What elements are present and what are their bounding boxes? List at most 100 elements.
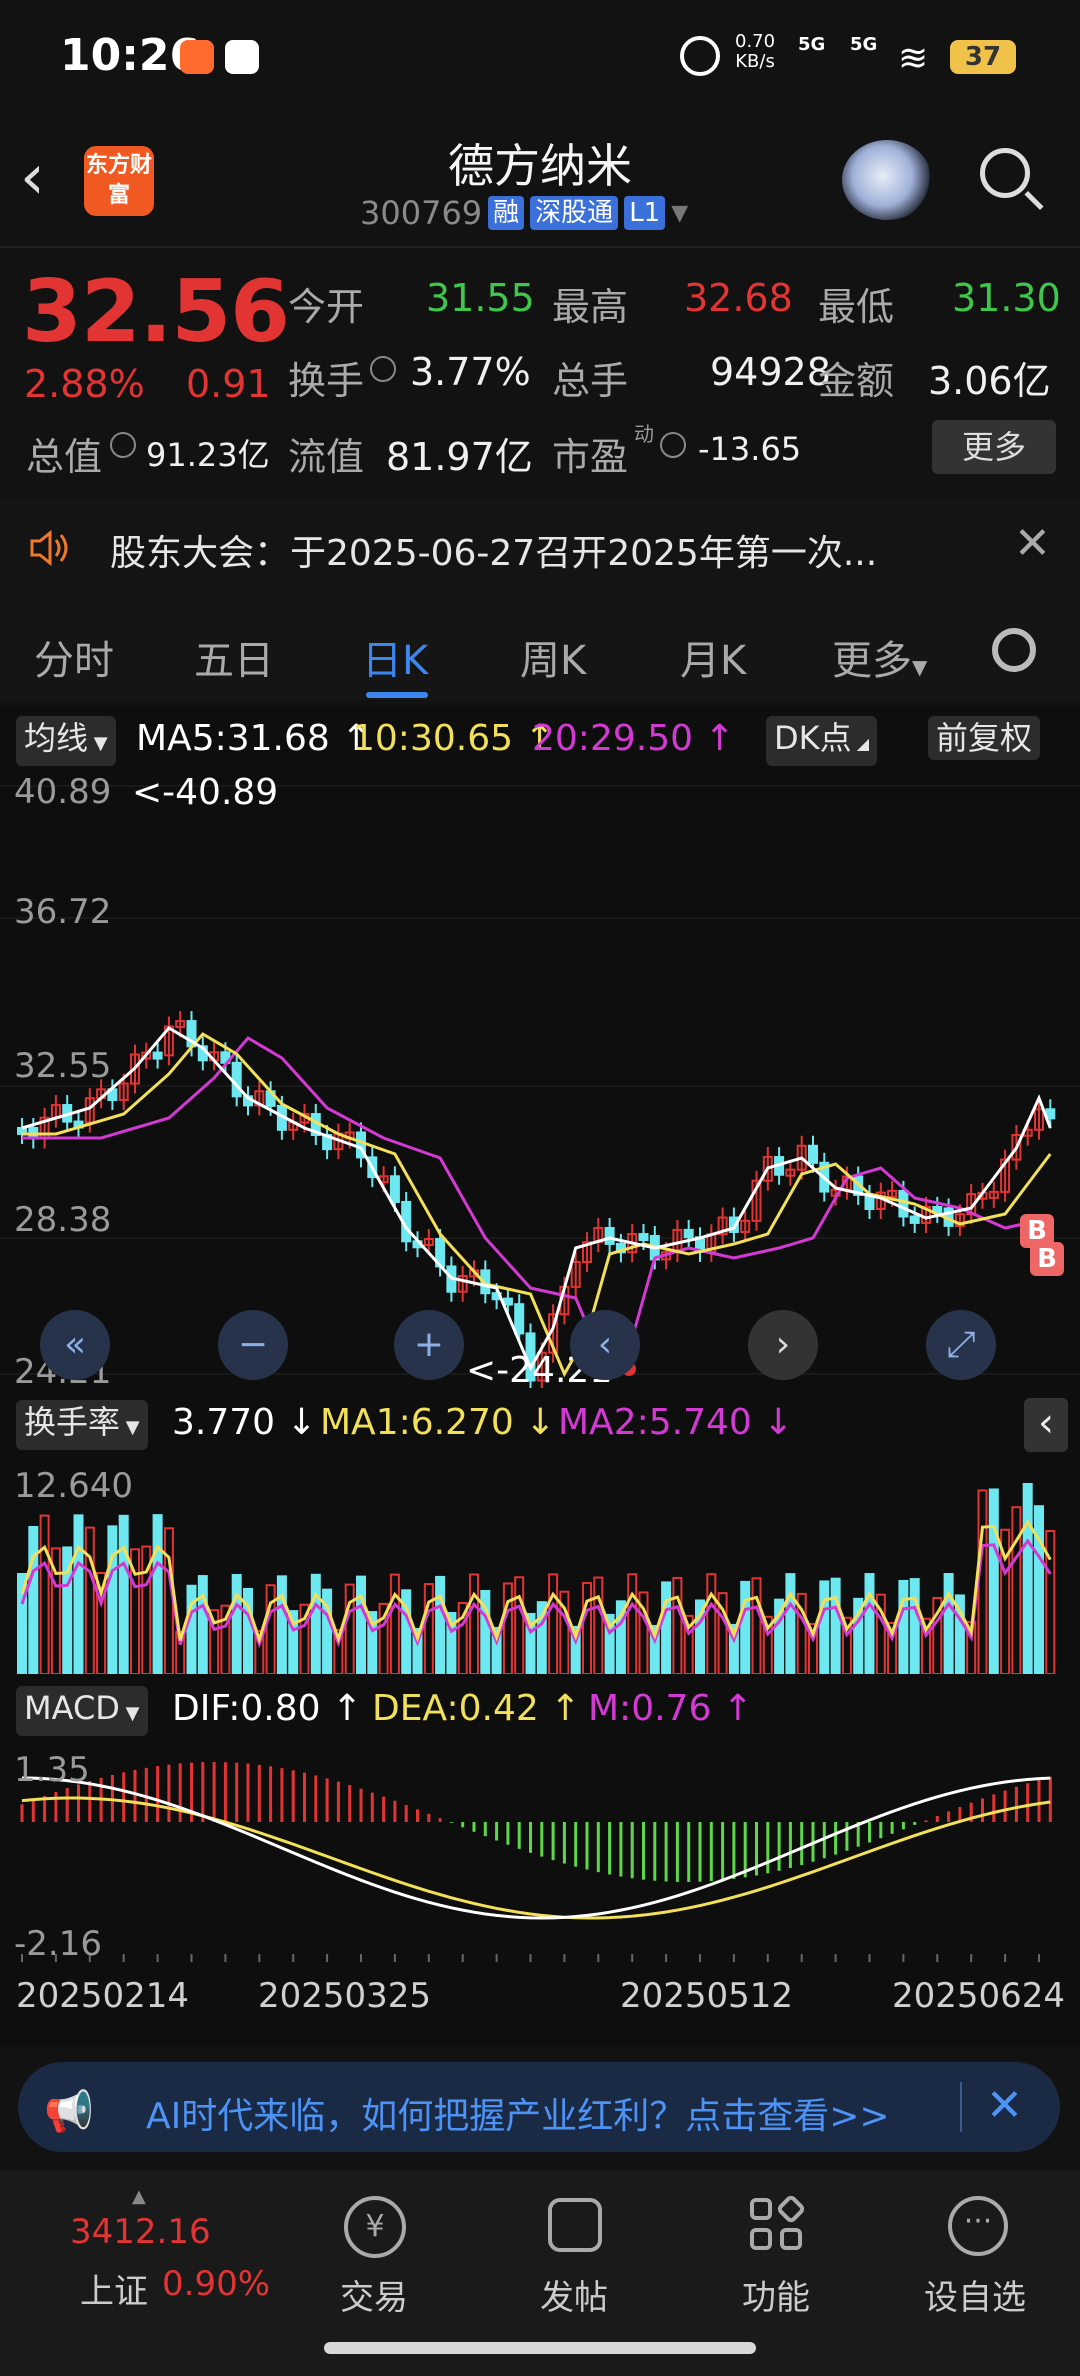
dk-point-select[interactable]: DK点 ◢	[766, 716, 878, 766]
nav-trade[interactable]: 交易	[340, 2270, 408, 2319]
turnover-axis-top: 12.640	[14, 1466, 133, 1506]
high-value: 32.68	[684, 276, 793, 320]
search-icon[interactable]	[980, 148, 1030, 198]
app-logo[interactable]: 东方财富	[84, 146, 154, 216]
change-percent: 2.88%	[24, 362, 145, 406]
trade-icon[interactable]: ¥	[344, 2196, 406, 2258]
close-icon[interactable]: ✕	[1014, 518, 1051, 569]
turnover-bar	[276, 1575, 287, 1674]
ad-text[interactable]: AI时代来临，如何把握产业红利？点击查看>>	[146, 2087, 890, 2139]
tab-intraday[interactable]: 分时	[34, 628, 114, 686]
more-quote-button[interactable]: 更多	[932, 420, 1056, 474]
pe-value: -13.65	[698, 430, 802, 468]
info-icon[interactable]	[370, 356, 396, 382]
zoom-in-icon[interactable]: +	[394, 1310, 464, 1380]
nav-post[interactable]: 发帖	[540, 2270, 608, 2319]
turnover-bar	[469, 1573, 479, 1674]
turnover-bar	[785, 1573, 796, 1674]
chevron-down-icon[interactable]: ▼	[671, 201, 688, 226]
scroll-right-icon[interactable]: ›	[748, 1310, 818, 1380]
candle-body	[152, 1051, 163, 1060]
kline-axis-3: 32.55	[14, 1046, 112, 1086]
collapse-panel-icon[interactable]: ‹	[1024, 1398, 1068, 1452]
macd-m-legend: M:0.76 ↑	[588, 1688, 753, 1729]
turnover-indicator-select[interactable]: 换手率 ▼	[16, 1400, 148, 1450]
turnover-bar	[988, 1488, 999, 1674]
change-amount: 0.91	[186, 362, 271, 406]
notice-text[interactable]: 股东大会：于2025-06-27召开2025年第一次...	[110, 524, 877, 576]
turnover-bar	[423, 1583, 434, 1674]
kline-axis-1: 40.89	[14, 772, 112, 812]
pe-dynamic-mark: 动	[634, 422, 654, 446]
mcap-label: 总值	[26, 435, 103, 479]
signal-5g-1: 5G	[798, 34, 826, 55]
macd-histogram	[20, 1762, 1052, 1882]
adjust-select[interactable]: 前复权	[928, 716, 1041, 760]
turnover-bar	[73, 1514, 84, 1674]
scroll-left-icon[interactable]: ‹	[570, 1310, 640, 1380]
ma20-legend: 20:29.50 ↑	[532, 718, 735, 759]
tab-daily-k[interactable]: 日K	[362, 628, 428, 686]
battery-icon: 37	[950, 40, 1016, 74]
index-percent[interactable]: 0.90%	[162, 2264, 270, 2304]
stock-code: 300769	[360, 194, 483, 232]
ma-indicator-select[interactable]: 均线 ▼	[16, 716, 116, 766]
turnover-bar	[435, 1575, 446, 1674]
candle-body	[898, 1189, 909, 1218]
macd-indicator-select[interactable]: MACD ▼	[16, 1686, 148, 1736]
turnover-bar	[118, 1514, 129, 1674]
turnover-bar	[751, 1577, 762, 1674]
high-label: 最高	[552, 285, 629, 329]
tab-5day[interactable]: 五日	[194, 628, 274, 686]
candle-body	[683, 1228, 694, 1239]
robot-avatar-icon[interactable]	[842, 140, 932, 220]
turnover-bar	[627, 1573, 638, 1674]
turnover-legend-value: 3.770 ↓	[172, 1402, 317, 1443]
turnover-bar	[864, 1573, 875, 1674]
date-label-1: 20250214	[16, 1976, 190, 2016]
fullscreen-icon[interactable]: ⤢	[926, 1310, 996, 1380]
turnover-bar	[661, 1581, 672, 1674]
macd-chart[interactable]	[0, 1738, 1080, 1964]
stock-subtitle: 300769 融 深股通 L1 ▼	[360, 194, 688, 232]
turnover-bar	[672, 1576, 683, 1674]
amount-value: 3.06亿	[928, 359, 1051, 403]
turnover-bar	[909, 1578, 920, 1674]
tab-weekly-k[interactable]: 周K	[520, 628, 586, 686]
tab-monthly-k[interactable]: 月K	[680, 628, 746, 686]
info-icon[interactable]	[660, 432, 686, 458]
kline-chart[interactable]	[0, 768, 1080, 1388]
watchlist-icon[interactable]: ···	[948, 2196, 1008, 2256]
settings-gear-icon[interactable]	[992, 628, 1036, 672]
float-label: 流值	[288, 435, 365, 479]
buy-badge[interactable]: B	[1030, 1242, 1064, 1276]
turnover-bar	[356, 1575, 366, 1674]
amount-label: 金额	[818, 359, 895, 403]
index-value[interactable]: 3412.16	[70, 2212, 211, 2252]
turnover-bar	[186, 1584, 197, 1674]
header-divider	[0, 246, 1080, 248]
function-icon[interactable]	[750, 2193, 807, 2252]
close-icon[interactable]: ✕	[986, 2080, 1023, 2131]
zoom-out-icon[interactable]: −	[218, 1310, 288, 1380]
nav-watchlist[interactable]: 设自选	[924, 2270, 1026, 2319]
turnover-bar	[706, 1573, 717, 1674]
post-icon[interactable]	[548, 2198, 602, 2252]
nav-function[interactable]: 功能	[742, 2270, 810, 2319]
notification-camera-icon	[225, 40, 259, 74]
index-name[interactable]: 上证	[80, 2264, 148, 2313]
turnover-bar	[548, 1573, 559, 1674]
candle-body	[909, 1215, 920, 1224]
macd-axis-bottom: -2.16	[14, 1924, 102, 1964]
scroll-left-fast-icon[interactable]: «	[40, 1310, 110, 1380]
tab-more[interactable]: 更多▼	[832, 628, 927, 686]
info-icon[interactable]	[110, 432, 136, 458]
float-value: 81.97亿	[386, 435, 533, 479]
kline-axis-4: 28.38	[14, 1200, 112, 1240]
turnover-chart[interactable]	[0, 1452, 1080, 1674]
volume-value: 94928	[710, 350, 831, 394]
low-label: 最低	[818, 285, 895, 329]
back-arrow-icon[interactable]: ‹	[20, 140, 45, 213]
dea-line	[21, 1796, 1051, 1920]
stock-name: 德方纳米	[448, 139, 632, 193]
